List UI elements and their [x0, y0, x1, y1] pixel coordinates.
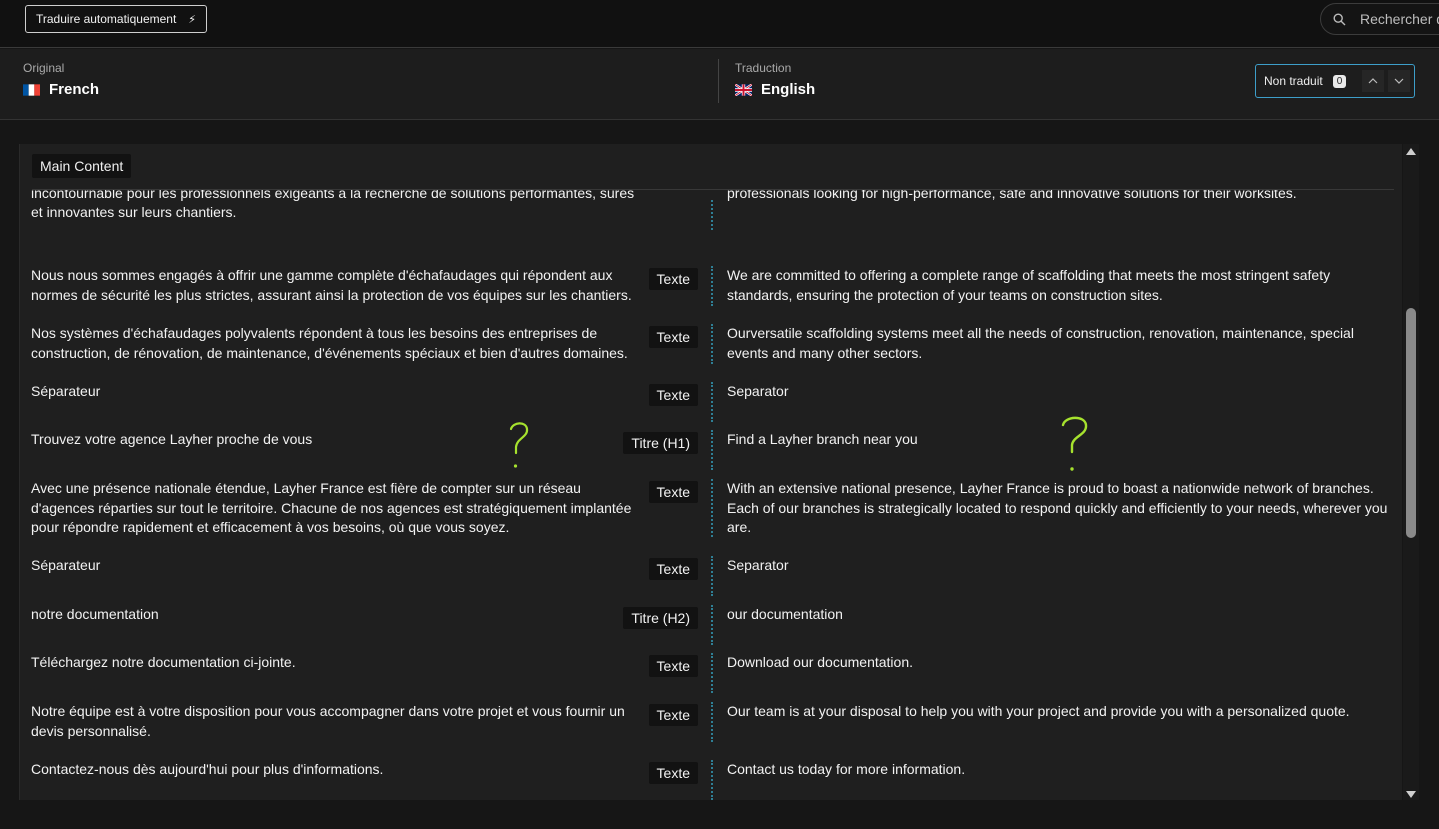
row-divider [711, 556, 713, 596]
auto-translate-button[interactable]: Traduire automatiquement ⚡︎ [25, 5, 208, 33]
target-text[interactable]: With an extensive national presence, Lay… [727, 479, 1392, 538]
row-divider [711, 479, 713, 537]
source-text: Contactez-nous dès aujourd'hui pour plus… [31, 761, 384, 777]
segment-type-badge: Texte [648, 268, 698, 290]
untranslated-filter[interactable]: Non traduit 0 [1255, 64, 1415, 98]
target-text[interactable]: Download our documentation. [727, 653, 1392, 673]
untranslated-label: Non traduit [1264, 74, 1323, 88]
source-text: Nous nous sommes engagés à offrir une ga… [31, 267, 632, 303]
source-text: Notre équipe est à votre disposition pou… [31, 703, 625, 739]
question-mark-annotation-icon [1061, 416, 1088, 471]
target-text[interactable]: Separator [727, 382, 1392, 402]
search-box[interactable] [1320, 3, 1439, 35]
source-text: Avec une présence nationale étendue, Lay… [31, 480, 632, 535]
target-text[interactable]: With decades of experience behind it, La… [727, 190, 1392, 203]
row-divider [711, 605, 713, 645]
original-language-name: French [49, 81, 100, 98]
source-text: Nos systèmes d'échafaudages polyvalents … [31, 325, 628, 361]
search-icon [1333, 12, 1346, 25]
row-divider [711, 430, 713, 470]
flag-fr-icon [23, 83, 40, 96]
translation-panel: Main Content Forte de plusieurs décennie… [19, 144, 1402, 800]
segment-type-badge: Texte [648, 704, 698, 726]
row-divider [711, 760, 713, 800]
segment-type-badge: Titre (H1) [623, 432, 698, 454]
rows-list: Forte de plusieurs décennies d'expérienc… [20, 190, 1402, 800]
source-text: Téléchargez notre documentation ci-joint… [31, 654, 296, 670]
untranslated-count-badge: 0 [1332, 74, 1347, 88]
scrollbar[interactable] [1403, 144, 1419, 800]
target-text[interactable]: We are committed to offering a complete … [727, 266, 1392, 305]
source-text: Trouvez votre agence Layher proche de vo… [31, 431, 313, 447]
segment-type-badge: Texte [648, 655, 698, 677]
source-text: Séparateur [31, 383, 101, 399]
section-title: Main Content [32, 154, 132, 178]
scroll-up-icon[interactable] [1406, 148, 1416, 155]
chevron-up-icon[interactable] [1362, 70, 1385, 92]
segment-type-badge: Texte [648, 384, 698, 406]
question-mark-annotation-icon [509, 422, 529, 468]
translation-label: Traduction [735, 61, 792, 75]
target-text[interactable]: Ourversatile scaffolding systems meet al… [727, 324, 1392, 363]
lightning-icon: ⚡︎ [188, 13, 197, 26]
scroll-down-icon[interactable] [1406, 791, 1416, 798]
segment-type-badge: Texte [648, 481, 698, 503]
segment-type-badge: Texte [648, 558, 698, 580]
row-divider [711, 200, 713, 230]
target-text[interactable]: our documentation [727, 605, 1392, 625]
row-divider [711, 382, 713, 422]
row-divider [711, 266, 713, 306]
source-text: Forte de plusieurs décennies d'expérienc… [31, 190, 635, 220]
language-divider [718, 59, 719, 103]
language-header: Original French Traduction English Non t… [0, 49, 1439, 120]
scrollbar-thumb[interactable] [1406, 308, 1416, 538]
segment-type-badge: Titre (H2) [623, 607, 698, 629]
segment-type-badge: Texte [648, 326, 698, 348]
source-text: notre documentation [31, 606, 159, 622]
original-language: Original French [23, 61, 99, 98]
target-text[interactable]: Our team is at your disposal to help you… [727, 702, 1392, 722]
chevron-down-icon[interactable] [1388, 70, 1411, 92]
flag-gb-icon [735, 83, 752, 96]
translation-language: Traduction English [735, 61, 815, 98]
segment-type-badge: Texte [648, 762, 698, 784]
target-text[interactable]: Separator [727, 556, 1392, 576]
target-text[interactable]: Contact us today for more information. [727, 760, 1392, 780]
source-text: Séparateur [31, 557, 101, 573]
row-divider [711, 702, 713, 742]
row-divider [711, 324, 713, 364]
row-divider [711, 653, 713, 693]
translation-language-name: English [761, 81, 816, 98]
top-toolbar: Traduire automatiquement ⚡︎ [0, 0, 1439, 48]
search-input[interactable] [1358, 10, 1439, 28]
original-label: Original [23, 61, 65, 75]
auto-translate-label: Traduire automatiquement [36, 12, 177, 26]
